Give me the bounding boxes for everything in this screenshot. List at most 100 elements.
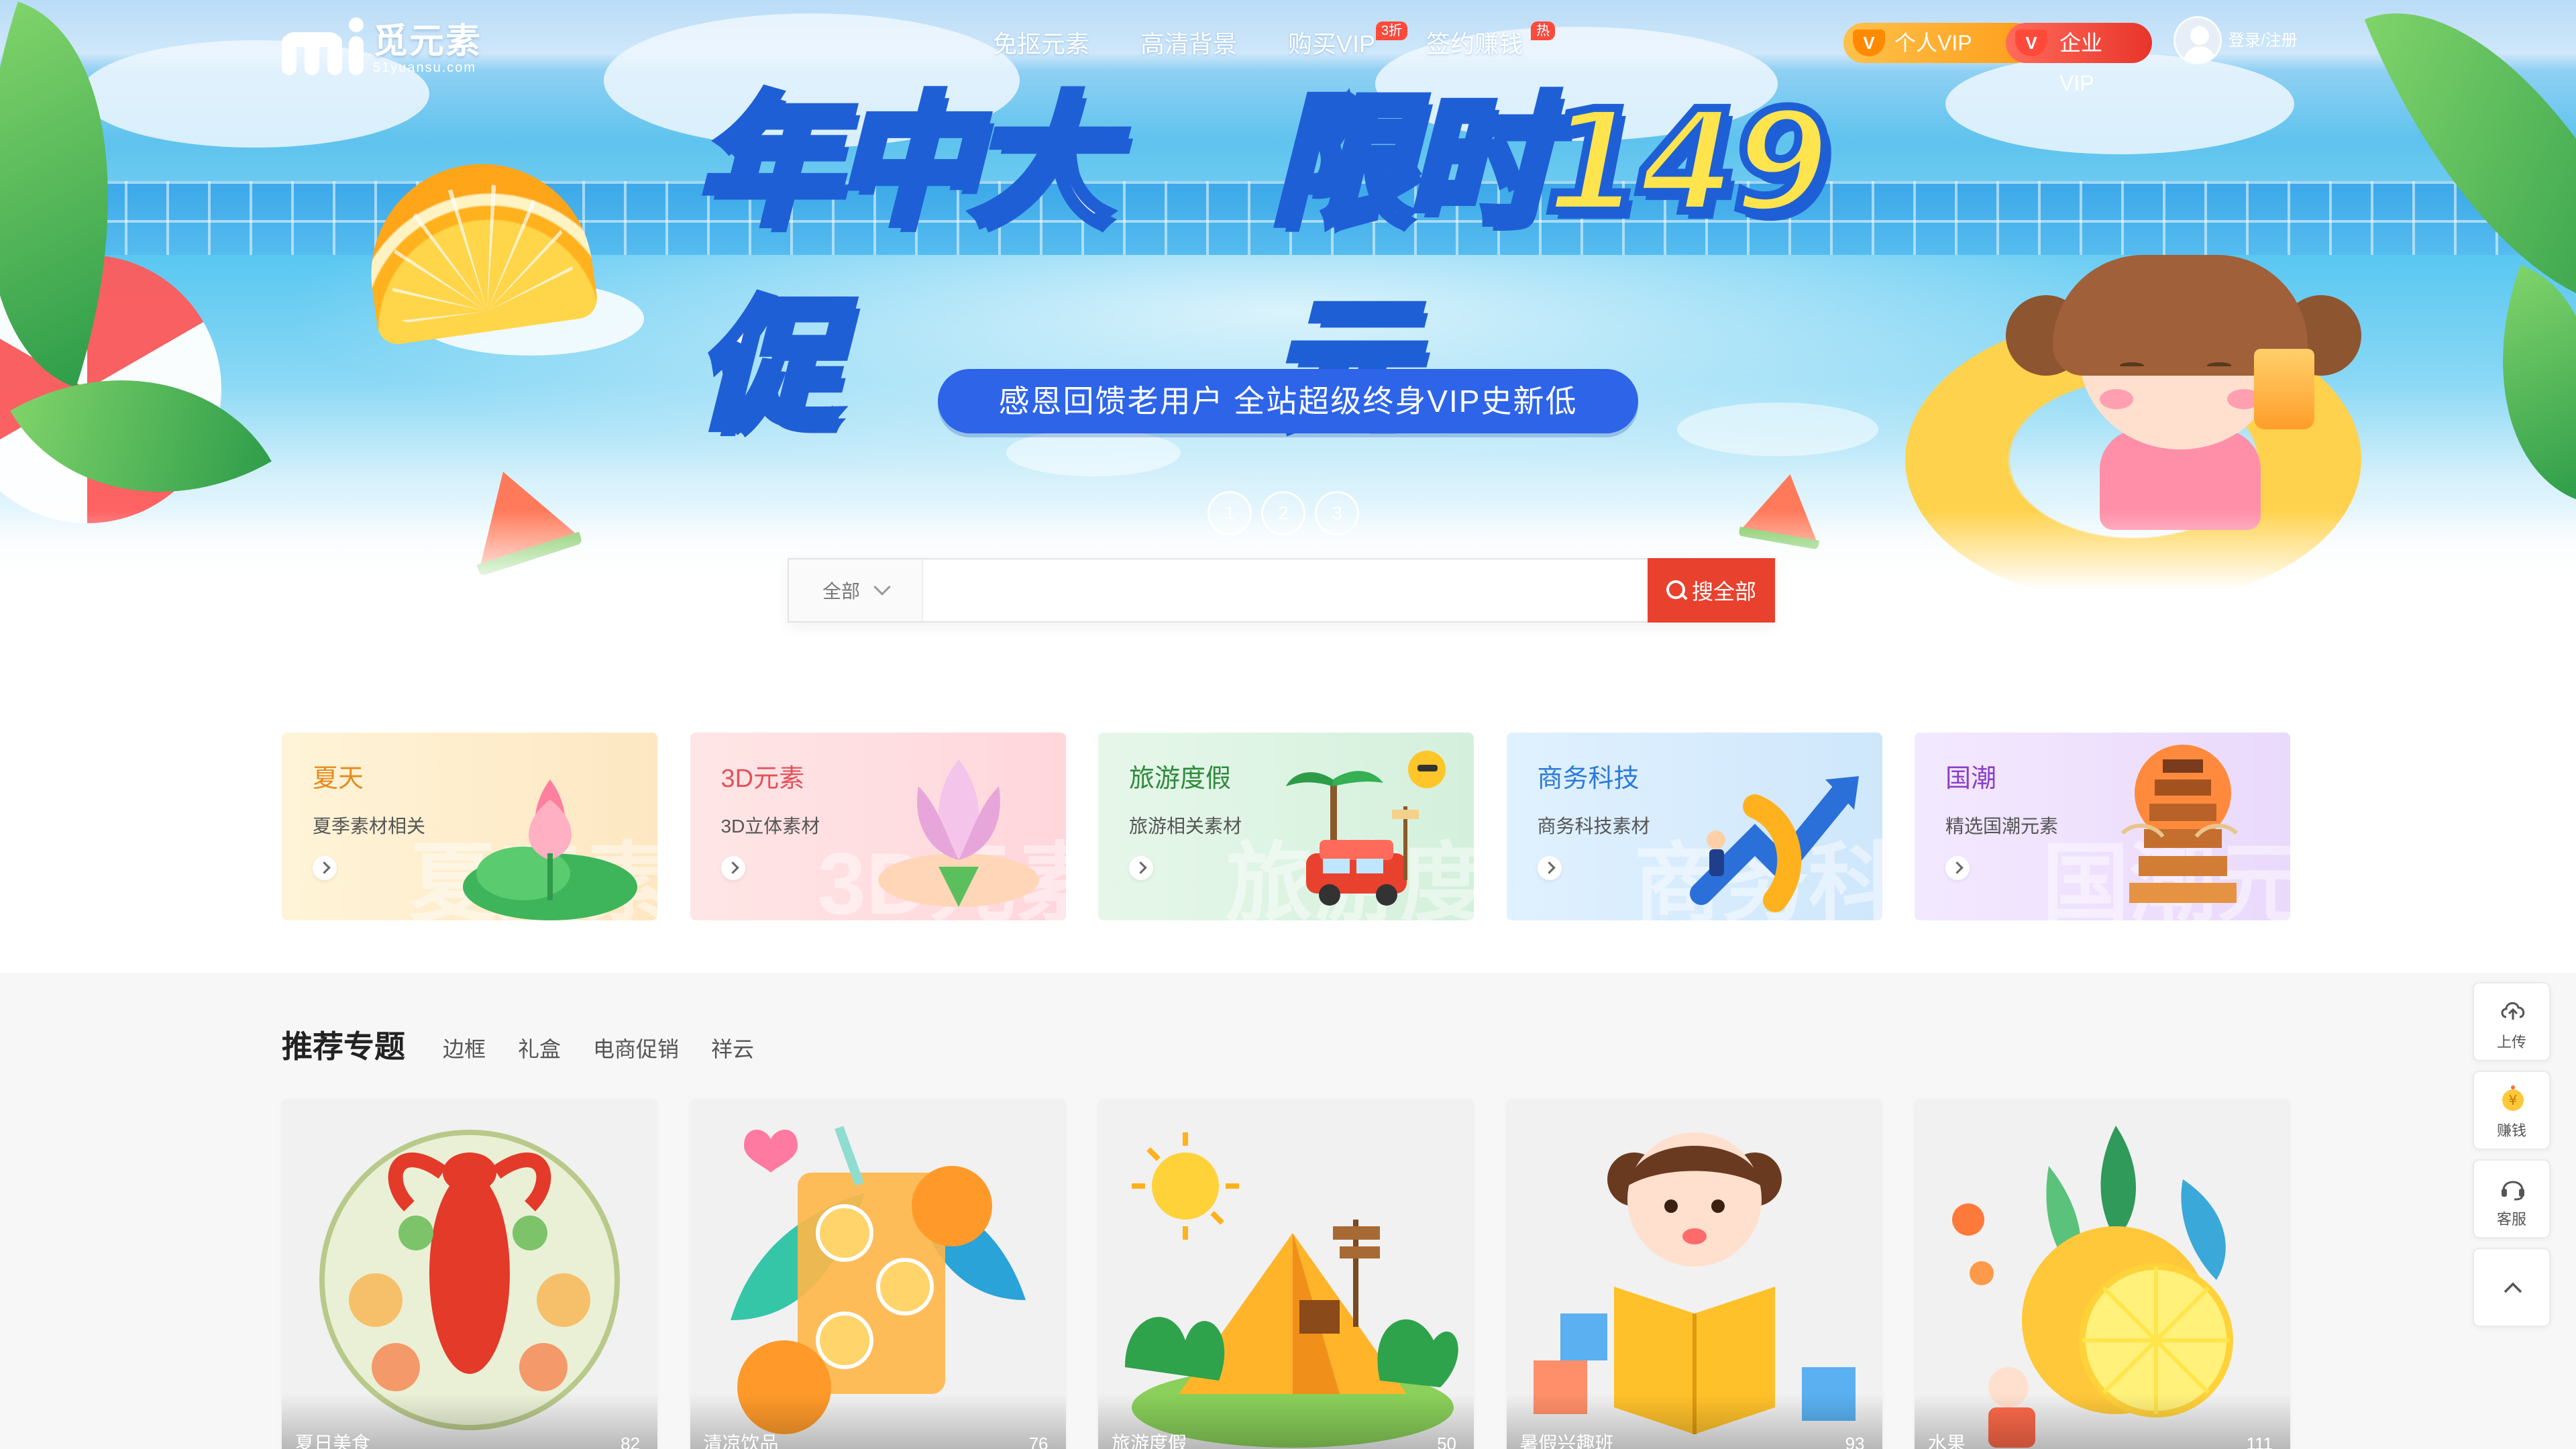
topic-card-fruit[interactable]: 水果 111 — [1915, 1099, 2290, 1449]
arrow-right-icon[interactable] — [720, 856, 745, 880]
nav-sign-earn[interactable]: 签约赚钱 热 — [1426, 21, 1556, 63]
search-button[interactable]: 搜全部 — [1648, 558, 1775, 623]
nav-hd-backgrounds[interactable]: 高清背景 — [1140, 25, 1237, 63]
arrow-right-icon[interactable] — [1945, 856, 1970, 880]
topic-card-count: 82 — [621, 1434, 640, 1449]
upload-label: 上传 — [2496, 1034, 2526, 1051]
topic-card-travel[interactable]: 旅游度假 50 — [1098, 1099, 1474, 1449]
topic-card-grid: 夏日美食 82 清凉饮品 76 旅游度假 50 暑假兴趣班 93 水果 111 — [282, 1099, 2290, 1449]
category-desc: 夏季素材相关 — [313, 816, 426, 837]
enterprise-vip-button[interactable]: V 企业VIP — [2006, 23, 2152, 95]
topic-card-summer-class[interactable]: 暑假兴趣班 93 — [1506, 1099, 1882, 1449]
cloud-upload-icon — [2501, 1002, 2525, 1020]
juice-cup-illustration — [2254, 349, 2314, 429]
coin-icon: ¥ — [2502, 1085, 2524, 1111]
svg-text:¥: ¥ — [2509, 1092, 2518, 1108]
logo-domain: 51yuansu.com — [373, 60, 477, 75]
discount-badge: 3折 — [1375, 21, 1408, 40]
logo-mark-icon — [282, 17, 369, 75]
category-desc: 精选国潮元素 — [1945, 816, 2059, 837]
topic-card-title: 水果 — [1928, 1433, 1966, 1449]
girl-illustration — [2207, 362, 2231, 369]
topic-card-summer-food[interactable]: 夏日美食 82 — [282, 1099, 657, 1449]
category-title: 旅游度假 — [1129, 765, 1232, 793]
category-card-travel[interactable]: 旅游度假 旅游度假 旅游相关素材 — [1098, 733, 1474, 920]
topic-card-count: 111 — [2246, 1434, 2273, 1449]
topic-card-title: 清凉饮品 — [703, 1433, 779, 1449]
vip-crown-icon: V — [2015, 30, 2047, 56]
topic-tag-auspicious-cloud[interactable]: 祥云 — [711, 1036, 754, 1063]
nav-label: 签约赚钱 — [1426, 30, 1523, 58]
nav-cutout-elements[interactable]: 免抠元素 — [993, 25, 1089, 63]
banner-subline: 感恩回馈老用户 全站超级终身VIP史新低 — [938, 369, 1638, 433]
girl-illustration — [2100, 389, 2133, 409]
category-desc: 商务科技素材 — [1537, 816, 1650, 837]
search-category-label: 全部 — [822, 581, 860, 602]
topic-card-title: 夏日美食 — [295, 1433, 371, 1449]
category-card-guochao[interactable]: 国潮元素 国潮 精选国潮元素 — [1915, 733, 2290, 920]
business-arrow-illustration — [1689, 776, 1859, 912]
earn-label: 赚钱 — [2496, 1122, 2526, 1139]
hero-banner[interactable]: 年中大促 限时149元 感恩回馈老用户 全站超级终身VIP史新低 1 2 3 — [0, 0, 2576, 590]
topic-card-cool-drinks[interactable]: 清凉饮品 76 — [690, 1099, 1066, 1449]
category-card-summer[interactable]: 夏天素材 夏天 夏季素材相关 — [282, 733, 657, 920]
nav-label: 高清背景 — [1140, 30, 1238, 58]
topic-card-title: 旅游度假 — [1112, 1433, 1187, 1449]
topic-tag-gift-box[interactable]: 礼盒 — [518, 1036, 561, 1063]
user-avatar[interactable] — [2174, 16, 2222, 64]
section-title: 推荐专题 — [282, 1029, 405, 1064]
search-button-label: 搜全部 — [1691, 580, 1756, 604]
arrow-right-icon[interactable] — [1129, 856, 1153, 880]
nav-buy-vip[interactable]: 购买VIP 3折 — [1288, 21, 1408, 63]
pagoda-illustration — [2121, 745, 2239, 903]
carousel-dot-2[interactable]: 2 — [1261, 491, 1305, 535]
service-label: 客服 — [2496, 1211, 2526, 1228]
lotus-illustration — [463, 780, 637, 920]
vip-crown-icon: V — [1853, 30, 1885, 56]
arrow-right-icon[interactable] — [313, 856, 337, 880]
category-title: 国潮 — [1945, 765, 1997, 793]
search-input[interactable] — [923, 559, 1648, 621]
carousel-dots: 1 2 3 — [1208, 491, 1359, 535]
category-title: 夏天 — [313, 765, 364, 793]
carousel-dot-1[interactable]: 1 — [1208, 491, 1252, 535]
arrow-right-icon[interactable] — [1537, 856, 1562, 880]
travel-car-illustration — [1286, 751, 1446, 906]
nav-label: 购买VIP — [1288, 30, 1376, 58]
login-register-link[interactable]: 登录/注册 — [2229, 30, 2298, 52]
topic-tags: 边框 礼盒 电商促销 祥云 — [443, 1036, 754, 1063]
topic-card-title: 暑假兴趣班 — [1519, 1433, 1614, 1449]
category-cards: 夏天素材 夏天 夏季素材相关 3D元素 3D元素 3D立体素材 旅游度假 旅游度… — [282, 733, 2290, 920]
customer-service-button[interactable]: 客服 — [2473, 1159, 2551, 1238]
site-logo[interactable]: 觅元素 51yuansu.com — [282, 15, 482, 75]
logo-name: 觅元素 — [373, 22, 482, 61]
category-card-3d[interactable]: 3D元素 3D元素 3D立体素材 — [690, 733, 1066, 920]
nav-label: 免抠元素 — [993, 30, 1090, 58]
topic-card-count: 76 — [1028, 1434, 1049, 1449]
girl-illustration — [2120, 362, 2144, 369]
topic-tag-border[interactable]: 边框 — [443, 1036, 486, 1063]
upload-button[interactable]: 上传 — [2473, 982, 2551, 1061]
chevron-up-icon — [2504, 1282, 2522, 1293]
3d-lotus-hand-illustration — [877, 759, 1039, 907]
category-card-business[interactable]: 商务科技 商务科技 商务科技素材 — [1506, 733, 1882, 920]
category-title: 3D元素 — [720, 765, 805, 793]
topic-card-count: 50 — [1437, 1434, 1456, 1449]
enterprise-vip-label: 企业VIP — [2059, 31, 2103, 95]
card-caption-shade — [1915, 1394, 2290, 1449]
personal-vip-label: 个人VIP — [1894, 31, 1972, 55]
topic-card-count: 93 — [1845, 1434, 1865, 1449]
topic-tag-ecommerce[interactable]: 电商促销 — [593, 1036, 679, 1063]
recommended-topics-section: 推荐专题 边框 礼盒 电商促销 祥云 夏日美食 82 清凉饮品 76 旅游度假 … — [0, 973, 2576, 1449]
logo-text: 觅元素 51yuansu.com — [373, 23, 482, 75]
search-bar: 全部 搜全部 — [788, 558, 1775, 623]
category-desc: 3D立体素材 — [720, 816, 820, 837]
carousel-dot-3[interactable]: 3 — [1315, 491, 1359, 535]
back-to-top-button[interactable] — [2473, 1248, 2551, 1327]
earn-money-button[interactable]: ¥ 赚钱 — [2473, 1071, 2551, 1150]
top-navbar: 觅元素 51yuansu.com 免抠元素 高清背景 购买VIP 3折 签约赚钱… — [0, 0, 2576, 95]
floating-side-toolbar: 上传 ¥ 赚钱 客服 — [2473, 982, 2551, 1336]
search-category-select[interactable]: 全部 — [789, 559, 923, 621]
category-desc: 旅游相关素材 — [1129, 816, 1242, 837]
chevron-down-icon — [873, 578, 891, 596]
